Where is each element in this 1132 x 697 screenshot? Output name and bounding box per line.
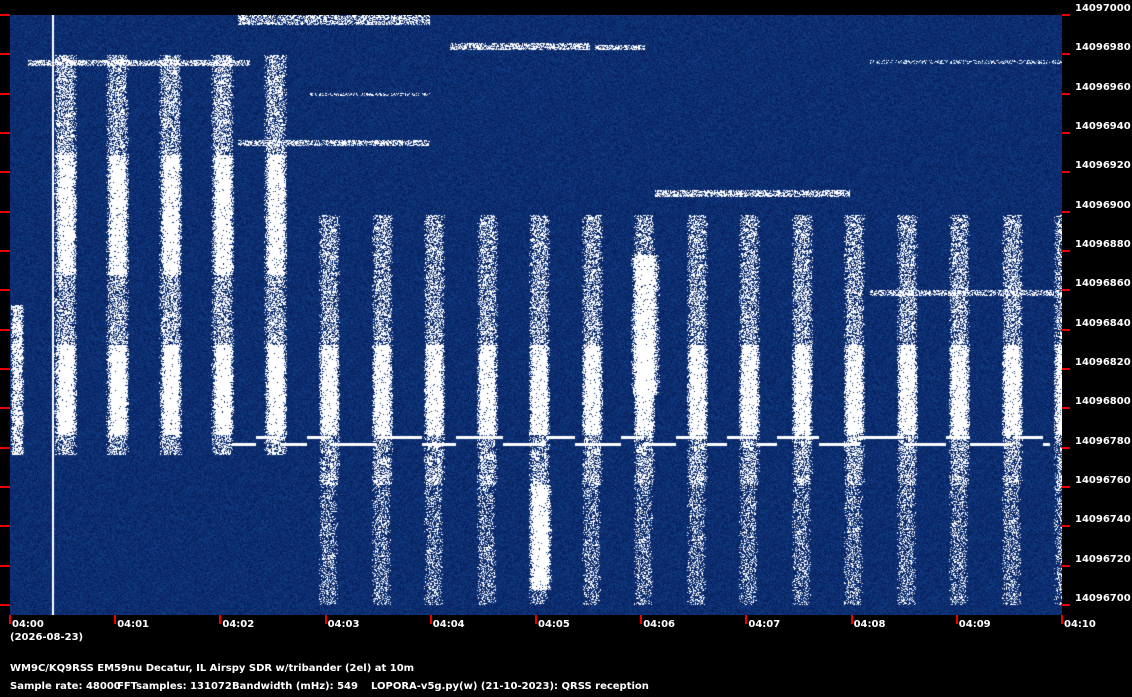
time-tick-mark (429, 615, 432, 624)
freq-tick-label: 14096880 (1075, 239, 1131, 250)
software-info: LOPORA-v5g.py(w) (21-10-2023): QRSS rece… (371, 681, 649, 692)
freq-tick-mark (0, 92, 10, 95)
freq-tick-mark (0, 564, 10, 567)
time-tick-label: 04:06 (643, 619, 676, 630)
time-tick-label: 04:03 (327, 619, 360, 630)
freq-tick-mark (0, 289, 10, 292)
freq-tick-mark (1062, 289, 1070, 292)
freq-tick-mark (1062, 446, 1070, 449)
freq-tick-label: 14096960 (1075, 81, 1131, 93)
time-tick-mark (955, 615, 958, 624)
freq-tick-mark (1062, 368, 1070, 370)
freq-tick-mark (1062, 171, 1070, 174)
freq-tick-mark (0, 486, 10, 488)
freq-tick-mark (1062, 328, 1070, 331)
time-tick-label: 04:10 (1064, 619, 1096, 630)
freq-tick-mark (1062, 604, 1070, 606)
time-tick-label: 04:08 (853, 619, 886, 630)
freq-tick-mark (1062, 53, 1070, 56)
freq-tick-label: 14096800 (1075, 396, 1131, 408)
time-tick-label: 04:07 (748, 619, 781, 630)
time-tick-label: 04:04 (432, 619, 465, 630)
freq-tick-label: 14097000 (1075, 3, 1131, 14)
time-tick-mark (114, 615, 117, 624)
fft-samples: FFTsamples: 131072 (117, 681, 232, 692)
freq-tick-label: 14096980 (1075, 42, 1131, 54)
freq-tick-mark (0, 368, 10, 370)
freq-tick-mark (0, 171, 10, 174)
freq-tick-label: 14096840 (1075, 317, 1131, 329)
freq-tick-label: 14096940 (1075, 121, 1131, 132)
time-tick-mark (745, 615, 748, 624)
freq-tick-label: 14096900 (1075, 199, 1131, 211)
station-info: WM9C/KQ9RSS EM59nu Decatur, IL Airspy SD… (10, 663, 415, 674)
freq-tick-label: 14096740 (1075, 514, 1131, 526)
time-tick-mark (9, 615, 11, 624)
freq-tick-mark (1062, 250, 1070, 252)
freq-tick-mark (0, 14, 10, 16)
time-tick-mark (535, 615, 537, 624)
freq-tick-mark (1062, 407, 1070, 410)
sample-rate: Sample rate: 48000 (10, 681, 121, 692)
freq-tick-mark (0, 446, 10, 449)
freq-tick-mark (1062, 92, 1070, 95)
freq-tick-mark (0, 250, 10, 252)
freq-tick-mark (0, 328, 10, 331)
freq-tick-mark (1062, 210, 1070, 213)
freq-tick-label: 14096720 (1075, 553, 1131, 565)
freq-tick-label: 14096780 (1075, 435, 1131, 447)
freq-tick-mark (1062, 14, 1070, 16)
freq-tick-mark (1062, 564, 1070, 567)
date-label: (2026-08-23) (10, 632, 84, 643)
time-tick-mark (219, 615, 222, 624)
bandwidth: Bandwidth (mHz): 549 (232, 681, 358, 692)
time-tick-mark (850, 615, 853, 624)
freq-tick-mark (0, 210, 10, 213)
freq-tick-mark (0, 407, 10, 410)
freq-tick-label: 14096920 (1075, 160, 1131, 172)
time-tick-label: 04:02 (222, 619, 255, 630)
time-tick-label: 04:01 (117, 619, 150, 630)
freq-tick-label: 14096760 (1075, 475, 1131, 486)
time-tick-label: 04:05 (538, 619, 570, 630)
time-tick-mark (1061, 615, 1063, 624)
freq-tick-label: 14096860 (1075, 278, 1131, 290)
freq-tick-mark (0, 132, 10, 134)
time-tick-mark (324, 615, 327, 624)
freq-tick-mark (0, 525, 10, 528)
freq-tick-label: 14096700 (1075, 593, 1131, 604)
time-tick-mark (640, 615, 643, 624)
freq-tick-mark (1062, 525, 1070, 528)
spectrogram (10, 15, 1062, 615)
freq-tick-mark (0, 53, 10, 56)
time-tick-label: 04:09 (958, 619, 991, 630)
freq-tick-mark (1062, 486, 1070, 488)
freq-tick-mark (0, 604, 10, 606)
freq-tick-label: 14096820 (1075, 357, 1131, 368)
time-tick-label: 04:00 (12, 619, 44, 630)
freq-tick-mark (1062, 132, 1070, 134)
